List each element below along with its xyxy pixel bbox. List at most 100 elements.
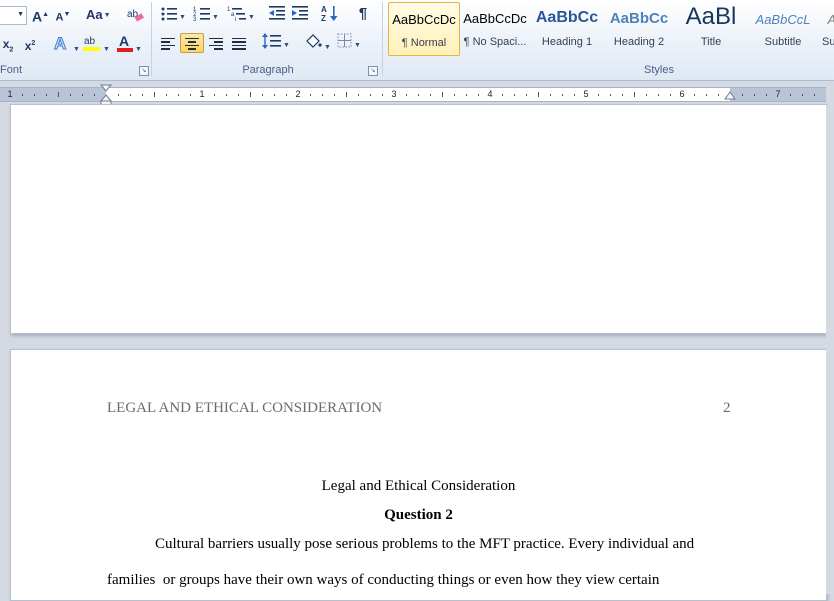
ruler-bar: 1 1 2 3 4 5 6 7 (0, 81, 834, 106)
svg-text:3: 3 (193, 17, 197, 21)
chevron-down-icon: ▼ (103, 45, 110, 53)
style-heading-2[interactable]: AaBbCc Heading 2 (604, 2, 674, 56)
ruler-tick (718, 94, 719, 96)
right-indent-marker-icon[interactable] (724, 91, 736, 105)
align-right-button[interactable] (208, 33, 224, 53)
chevron-down-icon: ▼ (212, 13, 219, 21)
ruler-tick (70, 94, 71, 96)
ruler-tick (622, 94, 623, 96)
numbering-button[interactable]: 1 2 3 ▼ (193, 5, 219, 25)
ruler-tick (790, 94, 791, 96)
align-right-icon (209, 37, 223, 50)
grow-font-icon: A (32, 8, 43, 25)
paragraph-group-label: Paragraph (242, 64, 294, 76)
style-no-spacing[interactable]: AaBbCcDc ¶ No Spaci... (460, 2, 530, 56)
ruler-tick (502, 94, 503, 96)
style-subtitle[interactable]: AaBbCcL Subtitle (748, 2, 818, 56)
style-name: Heading 2 (613, 36, 665, 48)
chevron-down-icon: ▼ (103, 11, 111, 19)
ruler-tick (442, 92, 443, 97)
ruler-tick (334, 94, 335, 96)
align-left-button[interactable] (160, 33, 176, 53)
show-formatting-marks-button[interactable]: ¶ (355, 4, 371, 24)
shrink-font-button[interactable]: A▼ (55, 5, 71, 25)
body-paragraph-line-2[interactable]: families or groups have their own ways o… (107, 572, 659, 589)
ruler-tick (22, 94, 23, 96)
ruler-number: 6 (679, 89, 685, 99)
paint-bucket-icon (306, 34, 322, 48)
document-title[interactable]: Legal and Ethical Consideration (11, 478, 826, 495)
line-spacing-icon (262, 33, 281, 49)
text-effects-icon: A (54, 34, 67, 54)
ruler-tick (358, 94, 359, 96)
style-name: ¶ No Spaci... (463, 36, 527, 48)
clear-formatting-button[interactable]: ab (126, 5, 144, 25)
style-subtle-emphasis[interactable]: AaBbCcL Su (820, 2, 834, 56)
ruler-tick (286, 94, 287, 96)
body-paragraph-line-1[interactable]: Cultural barriers usually pose serious p… (155, 536, 694, 553)
ruler-tick (274, 94, 275, 96)
chevron-down-icon: ▼ (283, 41, 290, 49)
bullets-button[interactable]: ▼ (160, 5, 186, 25)
clear-formatting-icon: ab (127, 9, 144, 22)
paragraph-dialog-launcher-icon[interactable]: ↘ (368, 66, 378, 76)
ruler-number: 1 (199, 89, 205, 99)
sort-button[interactable]: AZ (321, 4, 339, 24)
ruler-number: 7 (775, 89, 781, 99)
ruler-tick (94, 94, 95, 96)
ruler-tick (226, 94, 227, 96)
subscript-button[interactable]: x2 (0, 34, 16, 54)
chevron-down-icon[interactable]: ▼ (17, 11, 24, 18)
style-sample: AaBbCc (535, 9, 599, 26)
line-spacing-button[interactable]: ▼ (262, 33, 290, 53)
text-highlight-button[interactable]: ab ▼ (82, 33, 110, 53)
justify-button[interactable] (231, 33, 247, 53)
decrease-indent-button[interactable] (268, 5, 286, 25)
chevron-down-icon: ▼ (179, 13, 186, 21)
ruler-tick (154, 92, 155, 97)
borders-icon (337, 33, 352, 48)
ruler-tick (742, 94, 743, 96)
ruler-tick (58, 92, 59, 97)
styles-group-label: Styles (644, 64, 674, 76)
font-size-box[interactable]: ▼ (0, 6, 27, 25)
superscript-button[interactable]: x2 (22, 34, 38, 54)
style-name: Title (700, 36, 722, 48)
ruler-tick (346, 92, 347, 97)
font-color-button[interactable]: A ▼ (116, 33, 142, 53)
style-sample: AaBbCcL (820, 12, 834, 27)
ruler-tick (658, 94, 659, 96)
style-normal[interactable]: AaBbCcDc ¶ Normal (388, 2, 460, 56)
multilevel-list-button[interactable]: 1 a i ▼ (227, 5, 255, 25)
page-2[interactable]: LEGAL AND ETHICAL CONSIDERATION 2 Legal … (10, 349, 827, 601)
indent-marker-icon[interactable] (100, 84, 112, 106)
style-heading-1[interactable]: AaBbCc Heading 1 (532, 2, 602, 56)
ruler-tick (190, 94, 191, 96)
align-center-button[interactable] (180, 33, 204, 53)
ruler-tick (82, 94, 83, 96)
page-1-bottom[interactable] (10, 104, 827, 334)
style-title[interactable]: AaBl Title (676, 2, 746, 56)
ruler-tick (670, 94, 671, 96)
page-number[interactable]: 2 (723, 400, 731, 417)
ruler-tick (574, 94, 575, 96)
horizontal-ruler[interactable]: 1 1 2 3 4 5 6 7 (0, 87, 826, 102)
ruler-tick (262, 94, 263, 96)
running-header[interactable]: LEGAL AND ETHICAL CONSIDERATION (107, 400, 382, 417)
text-effects-button[interactable]: A ▼ (52, 33, 80, 54)
svg-text:A: A (321, 5, 327, 14)
font-dialog-launcher-icon[interactable]: ↘ (139, 66, 149, 76)
shading-button[interactable]: ▼ (303, 33, 331, 53)
numbering-icon: 123 (193, 7, 210, 23)
font-color-icon: A (117, 33, 133, 52)
ruler-tick (694, 94, 695, 96)
ruler-tick (814, 94, 815, 96)
increase-indent-button[interactable] (291, 5, 309, 25)
borders-button[interactable]: ▼ (337, 33, 361, 53)
grow-font-button[interactable]: A▲ (32, 5, 49, 25)
change-case-button[interactable]: Aa▼ (86, 5, 111, 25)
ruler-tick (166, 94, 167, 96)
question-heading[interactable]: Question 2 (11, 507, 826, 524)
ruler-tick (514, 94, 515, 96)
right-edge-area (826, 105, 834, 594)
